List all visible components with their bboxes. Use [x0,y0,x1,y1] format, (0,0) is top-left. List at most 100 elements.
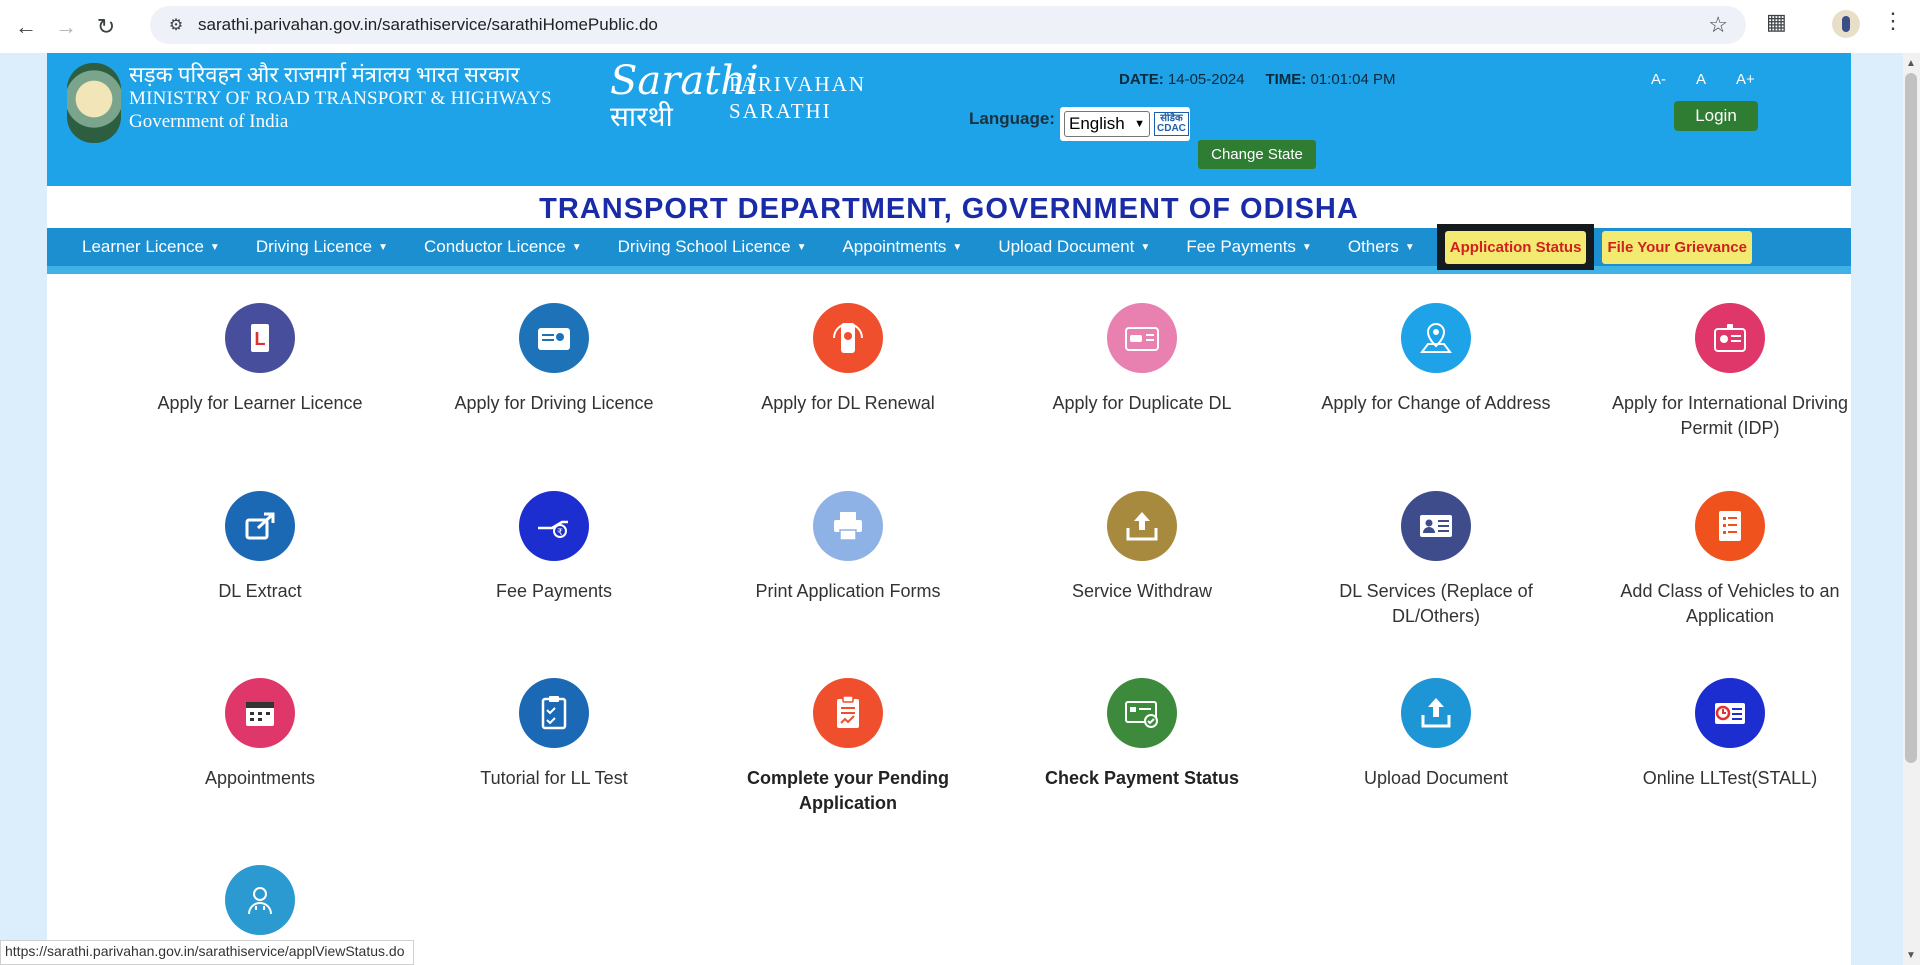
browser-toolbar: ← → ↻ ⚙ sarathi.parivahan.gov.in/sarathi… [0,0,1920,53]
svg-text:L: L [255,329,266,349]
service-tile[interactable]: Check Payment Status [1007,678,1277,791]
nav-appointments[interactable]: Appointments ▼ [824,228,980,266]
service-label[interactable]: Online LLTest(STALL) [1595,766,1865,791]
nav-learner-licence[interactable]: Learner Licence ▼ [64,228,238,266]
upload-tray-icon[interactable] [1107,491,1177,561]
checklist-icon[interactable] [519,678,589,748]
service-tile[interactable]: Print Application Forms [713,491,983,604]
service-tile[interactable]: Tutorial for LL Test [419,678,689,791]
language-selected: English [1069,114,1125,133]
upload-box-icon[interactable] [1401,678,1471,748]
scrollbar-thumb[interactable] [1905,73,1917,763]
service-label[interactable]: Fee Payments [419,579,689,604]
service-tile[interactable]: Apply for Driving Licence [419,303,689,416]
service-label[interactable]: Apply for Change of Address [1301,391,1571,416]
service-label[interactable]: Upload Document [1301,766,1571,791]
clipboard-chart-icon[interactable] [813,678,883,748]
back-arrow-icon[interactable]: ← [6,7,46,47]
share-extract-icon[interactable] [225,491,295,561]
font-normal-button[interactable]: A [1696,71,1706,88]
service-tile[interactable]: DL Services (Replace of DL/Others) [1301,491,1571,629]
driving-licence-card-icon[interactable] [519,303,589,373]
date-time: DATE: 14-05-2024 TIME: 01:01:04 PM [1119,71,1396,88]
address-bar[interactable]: ⚙ sarathi.parivahan.gov.in/sarathiservic… [150,6,1746,44]
service-label[interactable]: Apply for Driving Licence [419,391,689,416]
scroll-up-arrow-icon[interactable]: ▲ [1906,58,1916,69]
service-tile[interactable]: Complete your Pending Application [713,678,983,816]
service-label[interactable]: Tutorial for LL Test [419,766,689,791]
payment-card-check-icon[interactable] [1107,678,1177,748]
nav-upload-document[interactable]: Upload Document ▼ [980,228,1168,266]
service-label[interactable]: Print Application Forms [713,579,983,604]
service-tile[interactable]: Appointments [125,678,395,791]
service-tile[interactable]: Apply for DL Renewal [713,303,983,416]
duplicate-dl-car-icon[interactable] [1107,303,1177,373]
scroll-down-arrow-icon[interactable]: ▼ [1906,950,1916,961]
language-select[interactable]: English ▼ [1064,111,1150,137]
application-status-button[interactable]: Application Status [1444,230,1587,264]
nav-conductor-licence[interactable]: Conductor Licence ▼ [406,228,600,266]
caret-down-icon: ▼ [1404,241,1415,253]
printer-icon[interactable] [813,491,883,561]
service-tile[interactable]: ₹ Fee Payments [419,491,689,604]
service-tile[interactable]: Online LLTest(STALL) [1595,678,1865,791]
service-label[interactable]: Apply for Learner Licence [125,391,395,416]
nav-driving-licence[interactable]: Driving Licence ▼ [238,228,406,266]
change-state-button[interactable]: Change State [1198,140,1316,169]
svg-text:₹: ₹ [557,528,563,538]
font-increase-button[interactable]: A+ [1736,71,1755,88]
government-of-india: Government of India [129,111,289,133]
service-label[interactable]: Appointments [125,766,395,791]
service-label[interactable]: DL Extract [125,579,395,604]
status-bar-link: https://sarathi.parivahan.gov.in/sarathi… [0,940,414,965]
login-button[interactable]: Login [1674,101,1758,131]
service-label[interactable]: DL Services (Replace of DL/Others) [1301,579,1571,629]
renewal-phone-icon[interactable] [813,303,883,373]
service-label[interactable]: Apply for International Driving Permit (… [1595,391,1865,441]
forward-arrow-icon[interactable]: → [46,7,86,47]
service-label[interactable]: Complete your Pending Application [713,766,983,816]
service-tile[interactable]: DL Extract [125,491,395,604]
url-text[interactable]: sarathi.parivahan.gov.in/sarathiservice/… [198,15,658,35]
file-grievance-button[interactable]: File Your Grievance [1602,230,1752,264]
star-icon[interactable]: ☆ [1708,12,1728,38]
service-label[interactable]: Service Withdraw [1007,579,1277,604]
reload-icon[interactable]: ↻ [86,7,126,47]
service-tile[interactable]: Apply for Change of Address [1301,303,1571,416]
caret-down-icon: ▼ [952,241,963,253]
nav-label: Learner Licence [82,237,204,256]
service-tile[interactable]: Service Withdraw [1007,491,1277,604]
nav-others[interactable]: Others ▼ [1330,228,1433,266]
nav-label: Others [1347,237,1399,256]
font-decrease-button[interactable]: A- [1651,71,1666,88]
date-value: 14-05-2024 [1167,71,1245,88]
service-label[interactable]: Apply for DL Renewal [713,391,983,416]
service-label[interactable]: Apply for Duplicate DL [1007,391,1277,416]
service-label[interactable]: Add Class of Vehicles to an Application [1595,579,1865,629]
service-tile[interactable]: Upload Document [1301,678,1571,791]
extensions-icon[interactable]: ▦ [1766,9,1787,35]
service-label[interactable]: Check Payment Status [1007,766,1277,791]
clock-id-icon[interactable] [1695,678,1765,748]
parivahan-sarathi-text: PARIVAHAN SARATHI [729,71,866,126]
profile-avatar[interactable] [1832,10,1860,38]
kebab-menu-icon[interactable]: ⋮ [1882,8,1904,34]
service-tile[interactable]: Add Class of Vehicles to an Application [1595,491,1865,629]
chevron-down-icon: ▼ [1134,118,1145,130]
service-tile[interactable]: Apply for International Driving Permit (… [1595,303,1865,441]
idp-badge-icon[interactable] [1695,303,1765,373]
service-tile[interactable]: L Apply for Learner Licence [125,303,395,416]
location-pin-icon[interactable] [1401,303,1471,373]
doctor-icon[interactable] [225,865,295,935]
service-tile[interactable] [125,865,395,935]
service-tile[interactable]: Apply for Duplicate DL [1007,303,1277,416]
nav-driving-school-licence[interactable]: Driving School Licence ▼ [600,228,825,266]
calendar-icon[interactable] [225,678,295,748]
id-card-icon[interactable] [1401,491,1471,561]
cdac-logo: सीडैक CDAC [1154,112,1189,136]
nav-fee-payments[interactable]: Fee Payments ▼ [1168,228,1330,266]
form-list-icon[interactable] [1695,491,1765,561]
site-info-icon[interactable]: ⚙ [158,15,194,35]
learner-licence-icon[interactable]: L [225,303,295,373]
fee-hand-coin-icon[interactable]: ₹ [519,491,589,561]
